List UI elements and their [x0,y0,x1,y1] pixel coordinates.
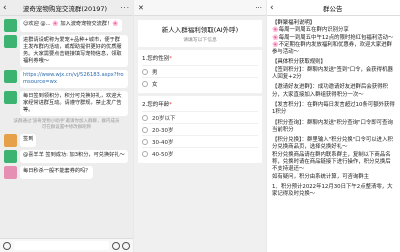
option-age-40-50[interactable]: 40-50岁 [142,147,258,159]
message-bubble: 😊欢迎 @... 🌸 加入波奇宠物交流群！🌸 [20,19,122,32]
back-chevron-icon[interactable]: ‹ [270,3,274,13]
notice-panel: ‹ 群公告 【群聚福利说明】 🌸每周一到周五在群内识别分享 🌸每周一到周五中午1… [267,0,400,252]
notice-line: 【签到积分】：群聊内发送"签到"口令，会获得机器人回复+2分 [272,66,393,81]
notice-line: 【邀请好友进群】：成功邀请好友进群后会获得积分，大家直接加入群组获得积分一次～ [272,84,388,98]
avatar[interactable] [4,70,17,83]
close-icon[interactable]: ✕ [138,4,144,12]
radio-icon[interactable] [142,114,148,121]
avatar[interactable] [4,19,17,32]
message-bubble: 进群请设昵称为爱宠+品种+城市，便于群主发布群内活动，或帮助提供更好的优质服务。… [20,35,128,67]
notice-title: 群公告 [323,4,343,13]
notice-line: 🌸每周一到周五在群内识别分享 [272,27,349,34]
radio-icon[interactable] [142,138,148,145]
chat-title: 波奇宠物购宠交流群(20197) [22,4,108,13]
chat-messages: 😊欢迎 @... 🌸 加入波奇宠物交流群！🌸 进群请设昵称为爱宠+品种+城市，便… [0,16,133,185]
notice-line: 【具体积分获取规则】 [272,59,326,66]
more-icon[interactable]: ··· [255,4,262,12]
message-bubble: 每日秒杀一般不能套券的吗？ [20,166,94,179]
system-notice: 该群通过'波奇宠物小助手'邀请你加入群聊，群内成员可在群设置中修改群昵称 [13,119,120,130]
more-icon[interactable]: ··· [120,4,130,12]
chat-panel: ‹ 波奇宠物购宠交流群(20197) ··· 😊欢迎 @... 🌸 加入波奇宠物… [0,0,133,252]
avatar[interactable] [4,91,17,104]
avatar[interactable] [4,166,17,179]
notice-line: 【积分查询】：群聊内发送"积分查询"口令即可查询当前积分 [272,119,393,133]
notice-line: 【发言积分】：在群内每日发言超过10条可额外获得1积分 [272,101,395,116]
radio-icon[interactable] [142,68,148,75]
chat-message: 😊欢迎 @... 🌸 加入波奇宠物交流群！🌸 [4,19,129,32]
chat-message: 进群请设昵称为爱宠+品种+城市，便于群主发布群内活动，或帮助提供更好的优质服务。… [4,35,129,67]
chat-message: 每日秒杀一般不能套券的吗？ [4,166,129,179]
question-gender: 1.您的性别* 男 女 [138,50,262,93]
radio-icon[interactable] [142,150,148,157]
form-description: 请填写以下信息 [183,38,217,43]
emoji-icon[interactable] [112,241,120,250]
notice-line: 如有疑问，积分由系统计算，可咨询群主 [272,173,370,180]
notice-content: 【群聚福利说明】 🌸每周一到周五在群内识别分享 🌸每周一到周五中午12点的限时抢… [267,16,400,203]
notice-line: 1、积分预计2022年12月30日下午2点整清零，大家记得及时兑换～ [272,183,393,198]
option-female[interactable]: 女 [142,77,258,89]
form-title: 新人入群福利领取(AI外呼) [161,26,239,34]
option-male[interactable]: 男 [142,65,258,77]
back-chevron-icon[interactable]: ‹ [3,3,7,13]
chat-message: 每日签到领积分，积分可兑换好礼，欢迎大家经常进群互动。请遵守群规，禁止发广告等。 [4,91,129,116]
voice-icon[interactable] [3,241,11,250]
plus-icon[interactable] [122,241,130,250]
avatar[interactable] [4,134,17,147]
survey-link[interactable]: https://www.wjx.cn/vj/526183.aspx?fromso… [23,72,124,85]
message-bubble: 签到 [20,134,37,147]
notice-header: ‹ 群公告 [267,0,400,16]
notice-line: 🌸不定期在群内发放福利和优惠券，欢迎大家进群参与活动～ [272,41,392,56]
option-age-20-30[interactable]: 20-30岁 [142,123,258,135]
radio-icon[interactable] [142,80,148,87]
question-label: 2.您的年龄* [142,102,172,108]
chat-message: @喜羊羊 签到成功: 加3积分，可兑换好礼～ [4,150,129,163]
option-age-under-20[interactable]: 20岁以下 [142,111,258,123]
option-age-30-40[interactable]: 30-40岁 [142,135,258,147]
question-age: 2.您的年龄* 20岁以下 20-30岁 30-40岁 40-50岁 [138,96,262,163]
chat-message: https://www.wjx.cn/vj/526183.aspx?fromso… [4,70,129,88]
form-panel: ✕ ··· 新人入群福利领取(AI外呼) 请填写以下信息 1.您的性别* 男 女… [134,0,266,252]
message-bubble: 每日签到领积分，积分可兑换好礼，欢迎大家经常进群互动。请遵守群规，禁止发广告等。 [20,91,128,116]
screenshot-collage: ‹ 波奇宠物购宠交流群(20197) ··· 😊欢迎 @... 🌸 加入波奇宠物… [0,0,400,252]
avatar[interactable] [4,150,17,163]
message-input[interactable] [14,241,109,250]
form-header: ✕ ··· [134,0,266,16]
chat-header: ‹ 波奇宠物购宠交流群(20197) ··· [0,0,133,16]
avatar[interactable] [4,35,17,48]
chat-input-bar [0,238,133,252]
radio-icon[interactable] [142,126,148,133]
question-label: 1.您的性别* [142,56,172,62]
message-bubble: @喜羊羊 签到成功: 加3积分，可兑换好礼～ [20,150,128,163]
notice-line: 🌸每周一到周五中午12点的限时抢红包福利活动～ [272,34,394,41]
message-bubble-link[interactable]: https://www.wjx.cn/vj/526183.aspx?fromso… [20,70,128,88]
notice-line: 【积分兑换】：群里输入"积分兑换"口令可以进入积分兑换商品页，选择兑换好礼～ [272,137,393,151]
notice-line: 积分兑换商品请在群内联系群主，复制以下商品名称，兑换时请在商品链接下进行操作，积… [272,151,391,173]
chat-message: 签到 [4,134,129,147]
form-title-card: 新人入群福利领取(AI外呼) 请填写以下信息 [138,20,262,47]
